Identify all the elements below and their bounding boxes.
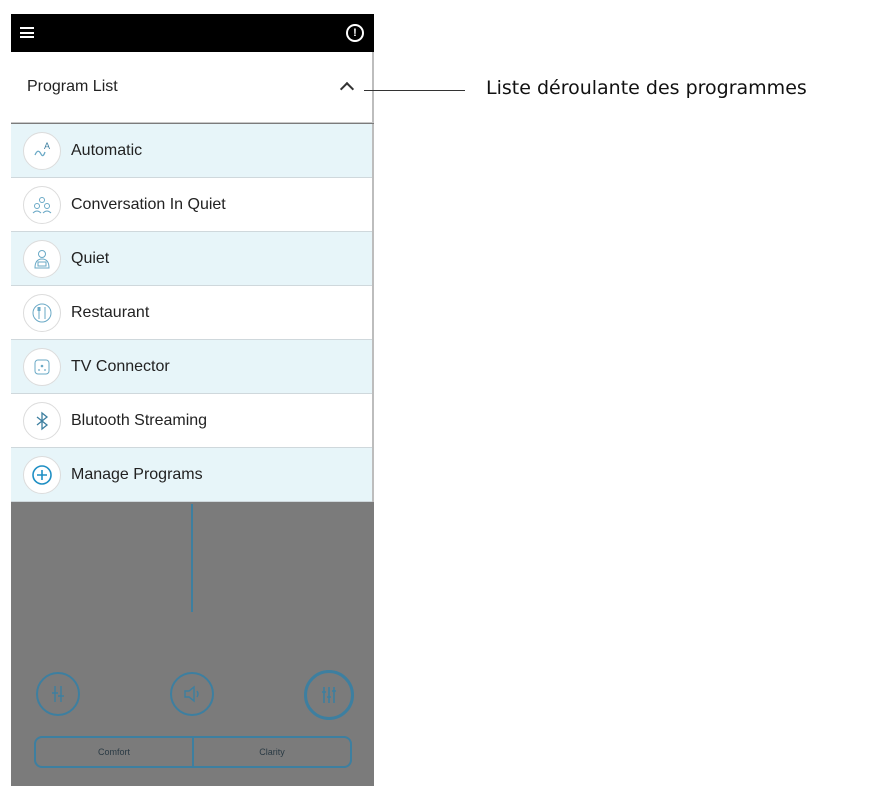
automatic-icon: A bbox=[23, 131, 61, 170]
top-bar: ! bbox=[11, 14, 374, 52]
program-list-title: Program List bbox=[27, 78, 118, 95]
volume-indicator-line bbox=[191, 504, 193, 612]
program-label: Blutooth Streaming bbox=[71, 411, 208, 429]
hamburger-menu-icon[interactable] bbox=[20, 27, 34, 38]
program-label: Conversation In Quiet bbox=[71, 195, 226, 213]
program-item-tv-connector[interactable]: TV Connector bbox=[11, 340, 372, 394]
program-item-quiet[interactable]: Quiet bbox=[11, 232, 372, 286]
program-label: Automatic bbox=[71, 141, 143, 159]
comfort-clarity-toggle[interactable]: Comfort Clarity bbox=[34, 736, 352, 768]
program-label: Quiet bbox=[71, 249, 110, 267]
alert-icon[interactable]: ! bbox=[346, 24, 364, 42]
program-item-automatic[interactable]: A Automatic bbox=[11, 124, 372, 178]
sliders-icon bbox=[322, 687, 336, 703]
program-list: A Automatic Conversation In Quiet Quiet … bbox=[11, 124, 374, 502]
equalizer-right-button[interactable] bbox=[304, 670, 354, 720]
equalizer-left-button[interactable] bbox=[36, 672, 80, 716]
program-label: Manage Programs bbox=[71, 465, 203, 483]
comfort-option[interactable]: Comfort bbox=[36, 738, 194, 766]
program-item-bluetooth-streaming[interactable]: Blutooth Streaming bbox=[11, 394, 372, 448]
annotation-label: Liste déroulante des programmes bbox=[486, 77, 807, 99]
program-list-dropdown[interactable]: Program List bbox=[11, 52, 374, 123]
program-item-manage-programs[interactable]: Manage Programs bbox=[11, 448, 372, 502]
phone-screen: ! Program List A Automatic Conversation … bbox=[11, 14, 374, 786]
plus-circle-icon bbox=[23, 455, 61, 494]
program-label: Restaurant bbox=[71, 303, 150, 321]
bluetooth-icon bbox=[23, 401, 61, 440]
program-item-conversation-in-quiet[interactable]: Conversation In Quiet bbox=[11, 178, 372, 232]
speaker-icon bbox=[184, 685, 199, 703]
program-label: TV Connector bbox=[71, 357, 170, 375]
svg-text:A: A bbox=[44, 141, 50, 151]
annotation-leader-line bbox=[364, 90, 465, 91]
equalizer-icon bbox=[52, 686, 64, 702]
program-item-restaurant[interactable]: Restaurant bbox=[11, 286, 372, 340]
volume-button[interactable] bbox=[170, 672, 214, 716]
restaurant-icon bbox=[23, 293, 61, 332]
conversation-icon bbox=[23, 185, 61, 224]
quiet-icon bbox=[23, 239, 61, 278]
tv-connector-icon bbox=[23, 347, 61, 386]
clarity-option[interactable]: Clarity bbox=[194, 738, 350, 766]
chevron-up-icon[interactable] bbox=[339, 81, 355, 97]
